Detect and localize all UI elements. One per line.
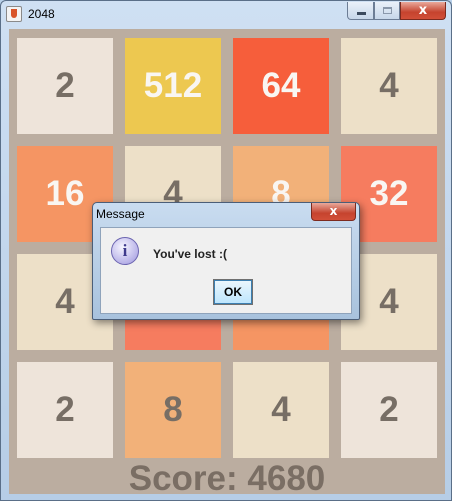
title-bar[interactable]: 2048 x [1, 1, 452, 29]
close-icon: x [418, 3, 428, 18]
close-icon: x [329, 204, 338, 218]
score-label: Score: 4680 [128, 459, 326, 498]
dialog-message: You've lost :( [153, 247, 227, 261]
java-app-icon [6, 6, 22, 22]
message-dialog: Message x i You've lost :( OK [92, 202, 360, 320]
info-icon: i [111, 237, 139, 265]
tile: 4 [233, 362, 329, 458]
maximize-button[interactable] [374, 2, 400, 20]
tile: 64 [233, 38, 329, 134]
minimize-button[interactable] [347, 2, 374, 20]
tile: 8 [125, 362, 221, 458]
tile: 512 [125, 38, 221, 134]
tile: 4 [341, 38, 437, 134]
dialog-body: i You've lost :( OK [100, 227, 352, 314]
tile: 2 [341, 362, 437, 458]
window-title: 2048 [28, 7, 55, 21]
dialog-close-button[interactable]: x [311, 203, 356, 221]
ok-button[interactable]: OK [213, 279, 253, 305]
close-button[interactable]: x [400, 2, 446, 20]
minimize-icon [357, 12, 366, 15]
maximize-icon [383, 7, 392, 14]
tile: 2 [17, 362, 113, 458]
dialog-title: Message [96, 207, 145, 221]
tile: 2 [17, 38, 113, 134]
